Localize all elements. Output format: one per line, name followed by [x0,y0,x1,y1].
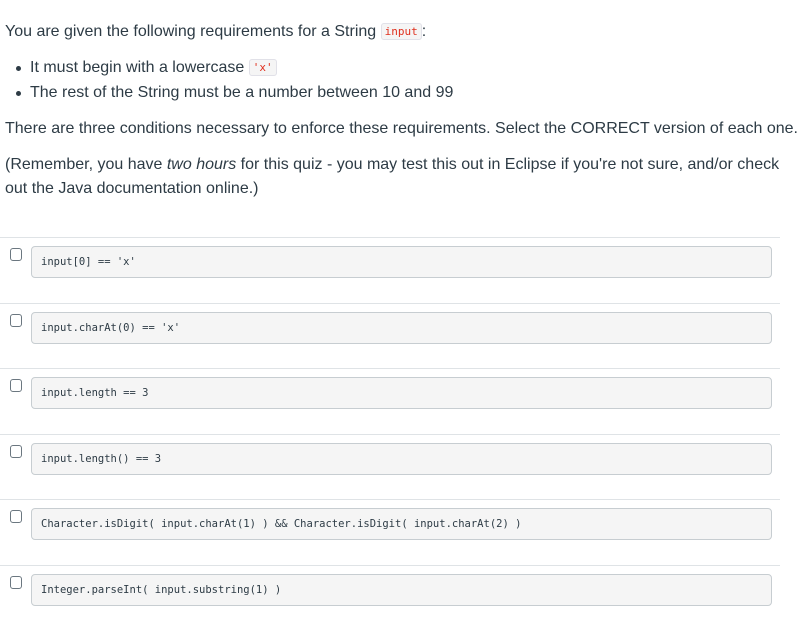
emphasis-two-hours: two hours [167,156,236,173]
answer-code-box[interactable]: input.length == 3 [31,377,772,409]
answer-option[interactable]: Integer.parseInt( input.substring(1) ) [0,565,780,630]
answer-checkbox[interactable] [10,510,22,523]
answer-code: input.charAt(0) == 'x' [41,322,180,334]
answer-code-box[interactable]: Integer.parseInt( input.substring(1) ) [31,574,772,606]
answer-option[interactable]: input.charAt(0) == 'x' [0,303,780,369]
answer-option[interactable]: input.length() == 3 [0,434,780,500]
answer-code-box[interactable]: input.length() == 3 [31,443,772,475]
remember-note: (Remember, you have two hours for this q… [5,153,795,201]
answer-checkbox[interactable] [10,314,22,327]
answer-checkbox[interactable] [10,379,22,392]
answer-code-box[interactable]: input[0] == 'x' [31,246,772,278]
answer-code: Integer.parseInt( input.substring(1) ) [41,584,281,596]
answer-code: input[0] == 'x' [41,256,136,268]
answer-code: input.length == 3 [41,387,148,399]
conditions-text: There are three conditions necessary to … [5,117,798,141]
answer-code: Character.isDigit( input.charAt(1) ) && … [41,518,521,530]
answer-option[interactable]: input[0] == 'x' [0,237,780,303]
answer-option[interactable]: Character.isDigit( input.charAt(1) ) && … [0,499,780,565]
intro-text: You are given the following requirements… [5,23,381,40]
answer-options: input[0] == 'x' input.charAt(0) == 'x' i… [0,237,780,630]
answer-code: input.length() == 3 [41,453,161,465]
answer-checkbox[interactable] [10,576,22,589]
answer-checkbox[interactable] [10,445,22,458]
requirements-list: It must begin with a lowercase 'x' The r… [5,56,453,105]
answer-option[interactable]: input.length == 3 [0,368,780,434]
inline-code-x: 'x' [249,59,277,76]
answer-code-box[interactable]: Character.isDigit( input.charAt(1) ) && … [31,508,772,540]
intro-suffix: : [422,23,426,40]
answer-checkbox[interactable] [10,248,22,261]
question-intro: You are given the following requirements… [5,20,426,45]
requirement-item: The rest of the String must be a number … [30,81,453,105]
inline-code-input: input [381,23,422,40]
requirement-item: It must begin with a lowercase 'x' [30,56,453,81]
answer-code-box[interactable]: input.charAt(0) == 'x' [31,312,772,344]
